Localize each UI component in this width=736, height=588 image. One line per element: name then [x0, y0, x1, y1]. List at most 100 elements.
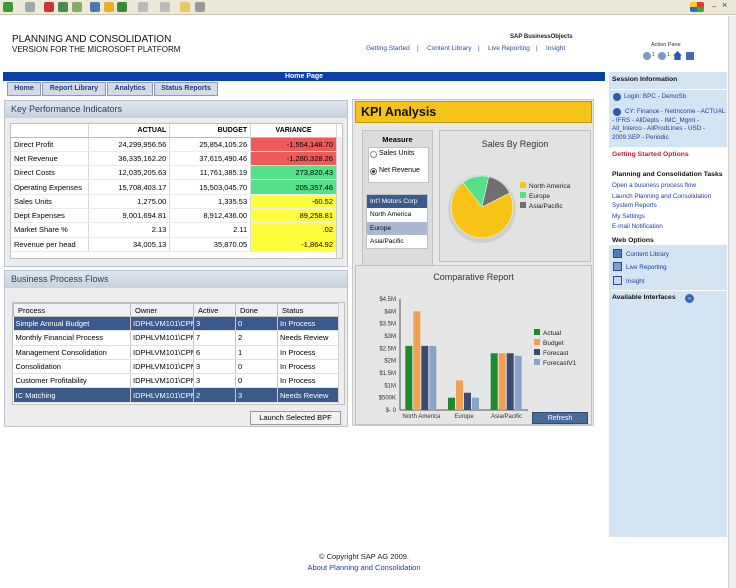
nav-back-icon[interactable]: [643, 52, 651, 60]
bpf-process: Simple Annual Budget: [13, 316, 131, 332]
bar: [506, 353, 514, 410]
bpf-row[interactable]: Consolidation IDPHLVM101\CPM 3 0 In Process: [13, 359, 340, 375]
kpi-budget: 37,615,490.46: [169, 151, 252, 167]
stop-icon[interactable]: [44, 2, 54, 12]
bpf-process: Management Consolidation: [13, 345, 131, 360]
bpf-table-box: Process Owner Active Done Status Simple …: [12, 302, 345, 405]
copyright: © Copyright SAP AG 2009.: [318, 552, 410, 561]
login-link[interactable]: Login: BPC - DemoSb: [624, 93, 686, 100]
bar: [429, 345, 437, 410]
bpf-row[interactable]: IC Matching IDPHLVM101\CPM 2 3 Needs Review: [13, 387, 340, 403]
measure-sales-units[interactable]: Sales Units: [379, 150, 414, 157]
refresh-button[interactable]: Refresh: [532, 412, 588, 424]
bpf-panel: Business Process Flows Process Owner Act…: [4, 270, 348, 427]
edit-icon[interactable]: [195, 2, 205, 12]
forward-icon[interactable]: [25, 2, 35, 12]
home-icon[interactable]: [673, 51, 682, 60]
refresh-icon[interactable]: [58, 2, 68, 12]
measure-net-revenue[interactable]: Net Revenue: [379, 167, 420, 174]
kpi-scrollbar[interactable]: [336, 137, 342, 258]
link-content-library[interactable]: Content Library: [427, 45, 471, 52]
kpi-actual: 1,275.00: [88, 194, 171, 209]
task-my-settings[interactable]: My Settings: [612, 213, 645, 220]
kpi-row: Direct Profit 24,299,956.56 25,854,105.26-…: [11, 137, 337, 152]
kpi-name: Direct Costs: [11, 165, 90, 181]
y-tick-label: $1M: [384, 383, 396, 389]
pane-icon[interactable]: [686, 52, 694, 60]
link-insight[interactable]: Insight: [546, 45, 565, 52]
tab-report-library[interactable]: Report Library: [42, 82, 106, 96]
web-insight[interactable]: Insight: [626, 278, 645, 285]
getting-started-options[interactable]: Getting Started Options: [612, 151, 689, 158]
entity-item[interactable]: Int'l Motors Corp: [367, 195, 427, 208]
launch-bpf-button[interactable]: Launch Selected BPF: [250, 411, 341, 425]
web-content-library[interactable]: Content Library: [626, 251, 669, 258]
kpi-budget: 1,335.53: [169, 194, 252, 209]
kpi-name: Sales Units: [11, 194, 90, 209]
x-tick-label: North America: [402, 414, 441, 420]
bpf-row[interactable]: Management Consolidation IDPHLVM101\CPM 6 1…: [13, 345, 340, 360]
y-tick-label: $3M: [384, 334, 396, 340]
bpf-scrollbar[interactable]: [338, 303, 344, 404]
favorites-icon[interactable]: [104, 2, 114, 12]
y-tick-label: $500K: [379, 396, 396, 402]
print-icon[interactable]: [160, 2, 170, 12]
link-live-reporting[interactable]: Live Reporting: [488, 45, 530, 52]
task-open-bpf[interactable]: Open a business process flow: [612, 182, 696, 189]
web-live-reporting[interactable]: Live Reporting: [626, 264, 667, 271]
bpf-row[interactable]: Customer Profitability IDPHLVM101\CPM 3 0 In…: [13, 373, 340, 389]
radio-sales-units[interactable]: [370, 151, 377, 158]
about-link[interactable]: About Planning and Consolidation: [0, 563, 728, 572]
legend-swatch: [520, 202, 526, 208]
bpf-done: 0: [235, 359, 278, 375]
tab-status-reports[interactable]: Status Reports: [154, 82, 218, 96]
context-link[interactable]: CY: Finance - NetIncome - ACTUAL - IFRS …: [612, 108, 726, 142]
bpf-owner: IDPHLVM101\CPM: [130, 373, 194, 389]
entity-item[interactable]: North America: [367, 208, 427, 222]
live-reporting-icon: [613, 262, 622, 271]
y-tick-label: $4M: [384, 309, 396, 315]
col-process[interactable]: Process: [13, 303, 131, 317]
tab-home[interactable]: Home: [7, 82, 41, 96]
entity-item[interactable]: Asia/Pacific: [367, 235, 427, 249]
mail-icon[interactable]: [138, 2, 148, 12]
legend-label: Actual: [543, 330, 562, 337]
minimize-icon[interactable]: –: [712, 2, 716, 11]
measure-box: Measure Sales Units Net Revenue Int'l Mo…: [362, 130, 433, 282]
bpf-done: 0: [235, 373, 278, 389]
col-done[interactable]: Done: [235, 303, 278, 317]
home-icon[interactable]: [72, 2, 82, 12]
history-icon[interactable]: [117, 2, 127, 12]
windows-logo-icon: [690, 2, 704, 12]
col-active[interactable]: Active: [193, 303, 236, 317]
legend-swatch: [534, 359, 540, 365]
bpf-owner: IDPHLVM101\CPM: [130, 387, 194, 403]
nav-forward-icon[interactable]: [658, 52, 666, 60]
bpf-status: In Process: [277, 345, 340, 360]
bpf-row[interactable]: Monthly Financial Process IDPHLVM101\CPM 7…: [13, 330, 340, 346]
entity-item[interactable]: Europe: [367, 222, 427, 235]
kpi-budget: 35,870.05: [169, 237, 252, 252]
expand-icon[interactable]: ⌄: [685, 294, 694, 303]
folder-icon[interactable]: [180, 2, 190, 12]
task-email-notification[interactable]: E-mail Notification: [612, 223, 663, 230]
back-icon[interactable]: [3, 2, 13, 12]
kpi-actual: 12,035,205.63: [88, 165, 171, 181]
task-system-reports[interactable]: Launch Planning and Consolidation System…: [612, 193, 724, 210]
kpi-analysis-area: KPI Analysis Measure Sales Units Net Rev…: [352, 99, 594, 426]
kpi-actual: 2.13: [88, 222, 171, 238]
tab-analytics[interactable]: Analytics: [107, 82, 153, 96]
kpi-budget: 25,854,105.26: [169, 137, 252, 152]
legend-swatch: [534, 329, 540, 335]
bpf-owner: IDPHLVM101\CPM: [130, 359, 194, 375]
col-owner[interactable]: Owner: [130, 303, 194, 317]
page-scrollbar[interactable]: [728, 16, 736, 588]
kpi-variance: .02: [250, 222, 337, 238]
search-icon[interactable]: [90, 2, 100, 12]
bar: [498, 353, 506, 410]
radio-net-revenue[interactable]: [370, 168, 377, 175]
bpf-row[interactable]: Simple Annual Budget IDPHLVM101\CPM 3 0 In P…: [13, 316, 340, 332]
col-status[interactable]: Status: [277, 303, 340, 317]
close-icon[interactable]: ×: [722, 0, 727, 10]
link-getting-started[interactable]: Getting Started: [366, 45, 410, 52]
